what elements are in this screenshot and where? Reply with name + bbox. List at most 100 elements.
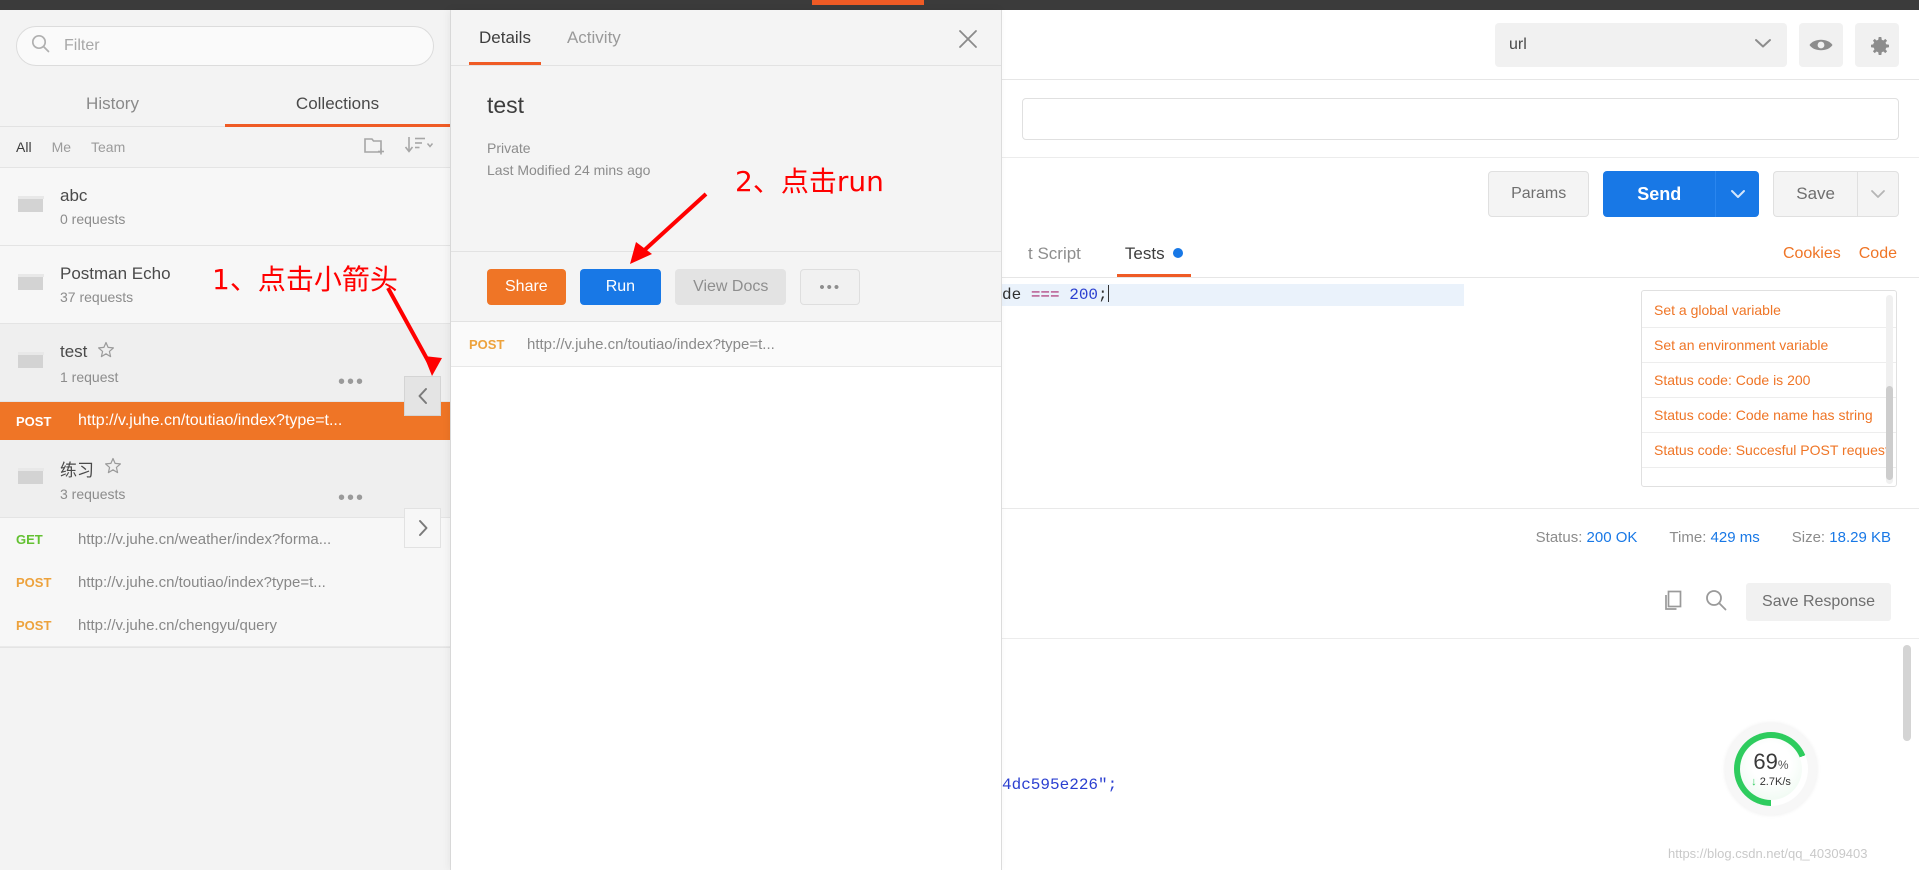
tab-tests[interactable]: Tests xyxy=(1103,230,1205,277)
snippet-item[interactable]: Set an environment variable xyxy=(1642,328,1896,363)
tab-pre-request-script[interactable]: t Script xyxy=(1006,230,1103,277)
request-url: http://v.juhe.cn/toutiao/index?type=t... xyxy=(78,574,326,591)
send-button[interactable]: Send xyxy=(1603,171,1716,217)
snippet-item[interactable]: Status code: Code name has string xyxy=(1642,398,1896,433)
save-response-button[interactable]: Save Response xyxy=(1746,583,1891,621)
send-dropdown-button[interactable] xyxy=(1715,171,1760,217)
collection-visibility: Private xyxy=(487,140,531,156)
status-value: 200 OK xyxy=(1586,529,1638,546)
collection-item-lianxi[interactable]: 练习 3 requests ••• xyxy=(0,440,450,518)
request-item-chengyu[interactable]: POST http://v.juhe.cn/chengyu/query xyxy=(0,604,450,647)
params-button[interactable]: Params xyxy=(1488,171,1590,217)
star-icon[interactable] xyxy=(97,341,115,364)
code-link[interactable]: Code xyxy=(1859,245,1897,263)
snippet-item[interactable]: Set a global variable xyxy=(1642,293,1896,328)
run-button[interactable]: Run xyxy=(579,268,662,305)
window-titlebar xyxy=(0,0,1919,10)
snippet-item[interactable]: Status code: Succesful POST request xyxy=(1642,433,1896,468)
collapse-collection-button[interactable] xyxy=(404,376,441,416)
sort-icon[interactable] xyxy=(404,135,434,160)
gear-icon[interactable] xyxy=(1855,22,1899,67)
network-speed-widget[interactable]: 69% ↓ 2.7K/s xyxy=(1725,723,1817,815)
tab-collections-label: Collections xyxy=(295,94,380,113)
request-url: http://v.juhe.cn/chengyu/query xyxy=(78,616,278,634)
snippets-scrollbar-thumb[interactable] xyxy=(1886,386,1893,480)
details-request-row[interactable]: POST http://v.juhe.cn/toutiao/index?type… xyxy=(451,321,1001,367)
save-button-group: Save xyxy=(1773,171,1899,217)
collection-count: 1 request xyxy=(60,368,119,385)
collection-title-line: test xyxy=(60,341,118,364)
search-input[interactable] xyxy=(62,36,419,56)
request-item-selected[interactable]: POST http://v.juhe.cn/toutiao/index?type… xyxy=(0,402,450,440)
collection-info: abc 0 requests xyxy=(60,186,125,227)
sidebar: History Collections All Me Team xyxy=(0,10,451,870)
folder-icon xyxy=(16,270,46,299)
details-panel-actions: Share Run View Docs ••• xyxy=(451,251,1001,321)
collection-count: 0 requests xyxy=(60,211,126,227)
status-badge: Status: 200 OK xyxy=(1536,529,1638,546)
request-item-toutiao[interactable]: POST http://v.juhe.cn/toutiao/index?type… xyxy=(0,561,450,604)
collection-title: test xyxy=(487,92,525,118)
request-method: GET xyxy=(16,532,43,547)
collection-name: 练习 xyxy=(60,460,94,480)
size-label: Size: xyxy=(1791,529,1826,546)
save-dropdown-button[interactable] xyxy=(1857,171,1899,217)
collection-count: 37 requests xyxy=(60,289,134,305)
tab-collections[interactable]: Collections xyxy=(225,82,450,127)
save-button[interactable]: Save xyxy=(1773,171,1857,217)
details-panel-body: test Private Last Modified 24 mins ago xyxy=(451,66,1001,251)
scope-actions xyxy=(364,135,434,160)
environment-selector[interactable]: url xyxy=(1495,22,1787,67)
sidebar-empty-space xyxy=(0,647,450,807)
time-value: 429 ms xyxy=(1710,529,1760,546)
cookies-link[interactable]: Cookies xyxy=(1783,245,1841,263)
collection-more-button[interactable]: ••• xyxy=(338,372,365,392)
copy-icon[interactable] xyxy=(1662,588,1686,617)
details-panel-empty xyxy=(451,367,1001,870)
collection-count: 3 requests xyxy=(60,485,126,502)
url-bar xyxy=(1002,80,1919,158)
annotation-step-2: 2、点击run xyxy=(735,165,884,198)
code-line-active[interactable]: de === 200; xyxy=(1002,284,1464,306)
collection-more-button[interactable]: ••• xyxy=(338,488,365,508)
tab-activity-label: Activity xyxy=(566,28,621,47)
share-button[interactable]: Share xyxy=(487,268,566,305)
scope-me[interactable]: Me xyxy=(52,139,71,155)
speed-percent: 69% xyxy=(1753,750,1788,773)
response-code-text: 4dc595e226"; xyxy=(1002,776,1118,794)
postman-window: History Collections All Me Team xyxy=(0,0,1919,870)
folder-icon xyxy=(16,464,46,493)
snippets-list: Set a global variable Set an environment… xyxy=(1641,290,1897,487)
scope-team[interactable]: Team xyxy=(91,139,125,155)
tab-links: Cookies Code xyxy=(1783,245,1919,263)
filter-box[interactable] xyxy=(16,26,434,66)
tab-details[interactable]: Details xyxy=(461,10,549,65)
code-token-operator: === xyxy=(1030,286,1060,304)
snippet-item[interactable]: Status code: Code is 200 xyxy=(1642,363,1896,398)
expand-collection-button[interactable] xyxy=(404,508,441,548)
tests-modified-dot xyxy=(1172,248,1183,258)
view-docs-button[interactable]: View Docs xyxy=(675,268,787,305)
close-icon[interactable] xyxy=(957,28,979,55)
code-editor[interactable]: de === 200; xyxy=(1002,278,1641,508)
eye-icon[interactable] xyxy=(1799,22,1843,67)
response-scrollbar-thumb[interactable] xyxy=(1903,645,1911,741)
star-icon[interactable] xyxy=(104,457,122,480)
collection-name: Postman Echo xyxy=(60,264,171,283)
folder-icon xyxy=(16,348,46,377)
speed-progress-ring: 69% ↓ 2.7K/s xyxy=(1734,732,1808,806)
collection-item-test[interactable]: test 1 request ••• xyxy=(0,324,450,402)
new-folder-icon[interactable] xyxy=(364,135,388,160)
collection-title-line: Postman Echo xyxy=(60,264,171,284)
request-item-weather[interactable]: GET http://v.juhe.cn/weather/index?forma… xyxy=(0,518,450,561)
collection-details-panel: Details Activity test Private Last Modif… xyxy=(451,10,1002,870)
url-input[interactable] xyxy=(1022,97,1899,140)
scope-all[interactable]: All xyxy=(16,139,32,155)
collection-info: Postman Echo 37 requests xyxy=(60,264,171,305)
collection-item-abc[interactable]: abc 0 requests xyxy=(0,168,450,246)
more-options-button[interactable]: ••• xyxy=(800,268,861,305)
search-icon[interactable] xyxy=(1704,588,1728,617)
request-method: POST xyxy=(16,617,52,633)
tab-activity[interactable]: Activity xyxy=(549,10,639,65)
tab-history[interactable]: History xyxy=(0,82,225,126)
